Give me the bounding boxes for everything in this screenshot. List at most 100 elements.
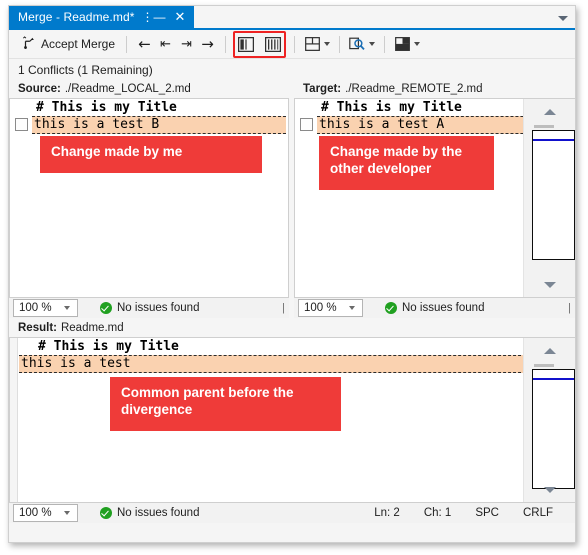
arrow-to-start-icon[interactable]: ⇤ [155,34,176,55]
scroll-thumb[interactable] [532,130,575,260]
result-file-path: Readme.md [60,321,124,334]
arrow-down-icon [543,281,556,288]
eol-indicator[interactable]: CRLF [511,507,565,519]
merge-icon [22,35,36,53]
window-frame: Merge - Readme.md* ⋮— ✕ Accept Merge ← ⇤… [8,5,576,543]
layout-grid-caret-icon[interactable] [324,42,331,46]
source-issues-text: No issues found [117,302,200,314]
target-zoom-select[interactable]: 100 % [298,299,363,317]
zoom-document-caret-icon[interactable] [369,42,376,46]
toolbar-separator-3 [294,35,296,53]
layout-panes-caret-icon[interactable] [414,42,421,46]
minimap-change-mark [534,364,554,367]
toolbar-separator-4 [339,35,341,53]
arrow-up-icon [543,347,556,354]
accept-merge-label: Accept Merge [41,37,116,51]
arrow-to-end-icon[interactable]: ⇥ [176,34,197,55]
target-pane: Target: ./Readme_REMOTE_2.md # This is m… [294,80,575,318]
check-circle-icon [100,507,112,519]
arrow-left-icon[interactable]: ← [134,34,155,55]
target-pane-header: Target: ./Readme_REMOTE_2.md [294,80,575,98]
scroll-up-button[interactable] [524,342,575,359]
layout-grid-icon[interactable] [302,34,323,55]
arrow-down-icon [543,486,556,493]
result-issues-group: No issues found [100,507,199,519]
check-circle-icon [385,302,397,314]
line-indicator[interactable]: Ln: 2 [362,507,412,519]
arrow-up-icon [543,108,556,115]
indent-indicator[interactable]: SPC [463,507,511,519]
source-code-line-1: # This is my Title [36,100,177,115]
result-code-line-1: # This is my Title [38,339,179,354]
toolbar-separator-5 [384,35,386,53]
result-status-bar: 100 % No issues found Ln: 2 Ch: 1 SPC CR… [9,502,575,523]
target-file-path: ./Readme_REMOTE_2.md [345,83,483,95]
source-pane: Source: ./Readme_LOCAL_2.md # This is my… [9,80,290,318]
scroll-down-button[interactable] [524,481,575,498]
source-editor[interactable]: # This is my Title this is a test B Chan… [9,98,290,297]
source-zoom-caret-icon [64,306,70,310]
scroll-thumb-marker [533,378,574,380]
source-zoom-select[interactable]: 100 % [13,299,78,317]
target-annotation: Change made by the other developer [319,136,494,190]
minimap-change-mark [534,125,554,128]
column-indicator[interactable]: Ch: 1 [412,507,464,519]
result-scroll-column[interactable] [523,338,575,502]
result-zoom-select[interactable]: 100 % [13,504,78,522]
split-vertical-icon[interactable] [235,34,256,55]
zoom-document-icon[interactable] [347,34,368,55]
arrow-right-glyph: → [201,34,214,53]
result-issues-text: No issues found [117,507,200,519]
target-scroll-column[interactable] [523,99,575,297]
source-code-line-2: this is a test B [32,115,287,134]
close-icon[interactable]: ✕ [173,10,188,24]
result-pane-header: Result: Readme.md [9,318,575,337]
source-label: Source: [18,83,61,95]
source-status-bar: 100 % No issues found | [9,297,290,318]
chevron-down-glyph [558,15,568,21]
target-issues-text: No issues found [402,302,485,314]
tab-strip: Merge - Readme.md* ⋮— ✕ [9,6,575,30]
upper-split: Source: ./Readme_LOCAL_2.md # This is my… [9,80,575,318]
pin-icon[interactable]: ⋮— [141,11,167,23]
result-editor[interactable]: # This is my Title this is a test Common… [9,337,575,502]
result-status-right: Ln: 2 Ch: 1 SPC CRLF [362,507,575,519]
toolbar-separator-1 [126,35,128,53]
merge-editor-window: Merge - Readme.md* ⋮— ✕ Accept Merge ← ⇤… [0,0,588,555]
source-pane-header: Source: ./Readme_LOCAL_2.md [9,80,290,98]
scroll-up-button[interactable] [524,103,575,120]
scroll-down-button[interactable] [524,276,575,293]
source-conflict-row: this is a test B [10,115,288,134]
tab-title: Merge - Readme.md* [18,10,135,24]
check-circle-icon [100,302,112,314]
scroll-thumb[interactable] [532,369,575,489]
source-zoom-value: 100 % [19,302,52,314]
layout-panes-icon[interactable] [392,34,413,55]
result-conflict-row: this is a test [10,354,575,373]
result-zoom-caret-icon [64,511,70,515]
accept-merge-button[interactable]: Accept Merge [18,33,119,56]
source-conflict-checkbox[interactable] [15,118,28,131]
target-conflict-checkbox[interactable] [300,118,313,131]
arrow-left-glyph: ← [138,34,151,53]
target-zoom-caret-icon [349,306,355,310]
target-status-pipe: | [568,302,571,314]
target-zoom-value: 100 % [304,302,337,314]
arrow-right-icon[interactable]: → [197,34,218,55]
conflicts-summary-text: 1 Conflicts (1 Remaining) [18,62,153,77]
source-file-path: ./Readme_LOCAL_2.md [64,83,191,95]
target-editor[interactable]: # This is my Title this is a test A Chan… [294,98,575,297]
arrow-to-end-glyph: ⇥ [181,36,192,52]
split-columns-icon[interactable] [262,34,283,55]
result-pane: Result: Readme.md # This is my Title thi… [9,318,575,523]
chevron-down-icon[interactable] [555,10,571,26]
source-status-pipe: | [282,302,286,314]
result-zoom-value: 100 % [19,507,52,519]
tab-merge-readme[interactable]: Merge - Readme.md* ⋮— ✕ [9,6,195,28]
toolbar-separator-2 [225,35,227,53]
result-annotation: Common parent before the divergence [110,377,341,431]
arrow-to-start-glyph: ⇤ [160,36,171,52]
conflicts-summary-bar: 1 Conflicts (1 Remaining) [9,59,575,80]
source-issues-group: No issues found [100,302,199,314]
result-code-line-2: this is a test [19,354,541,373]
